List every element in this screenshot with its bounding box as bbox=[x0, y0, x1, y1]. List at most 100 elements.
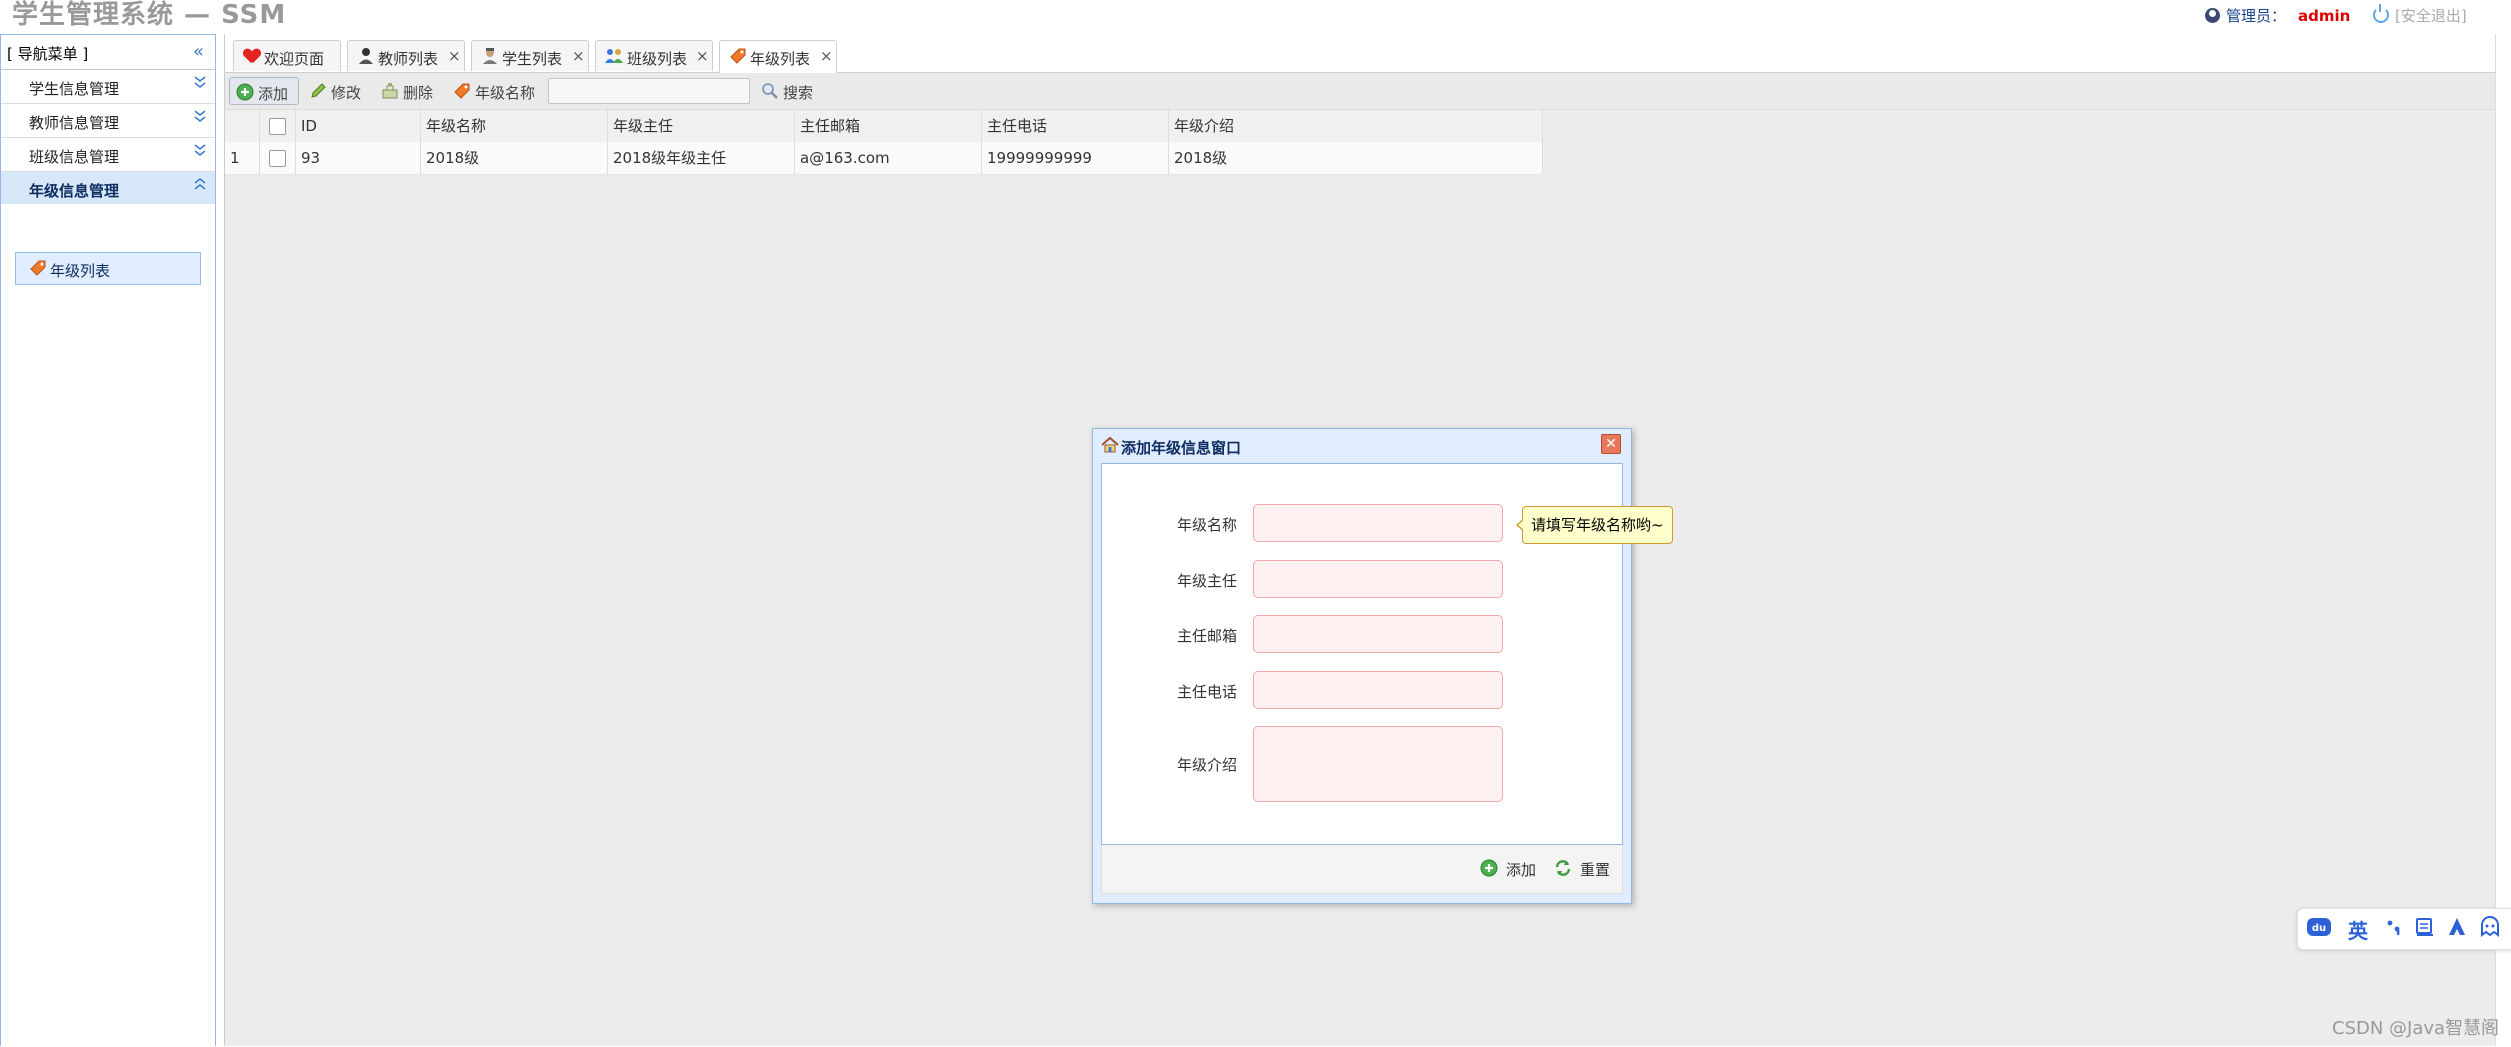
director-email-input[interactable] bbox=[1253, 615, 1503, 653]
tab-student-list[interactable]: 学生列表 × bbox=[471, 40, 589, 71]
sidebar-section-teacher[interactable]: 教师信息管理 bbox=[1, 104, 215, 138]
admin-label: 管理员： bbox=[2226, 7, 2287, 25]
sidebar-section-label: 年级信息管理 bbox=[29, 182, 120, 200]
delete-button-label: 删除 bbox=[403, 84, 434, 102]
column-header-email[interactable]: 主任邮箱 bbox=[795, 110, 982, 142]
select-all-checkbox[interactable] bbox=[269, 118, 286, 135]
column-header-director[interactable]: 年级主任 bbox=[608, 110, 795, 142]
sidebar-section-class[interactable]: 班级信息管理 bbox=[1, 138, 215, 172]
pencil-icon bbox=[309, 82, 327, 104]
user-icon bbox=[2205, 8, 2220, 23]
edit-button[interactable]: 修改 bbox=[307, 77, 369, 105]
sidebar-section-grade[interactable]: 年级信息管理 bbox=[1, 172, 215, 206]
tab-label: 年级列表 bbox=[750, 50, 811, 68]
column-header-phone[interactable]: 主任电话 bbox=[982, 110, 1169, 142]
svg-text:du: du bbox=[2312, 923, 2326, 934]
tab-teacher-list[interactable]: 教师列表 × bbox=[347, 40, 465, 71]
dialog-footer: 添加 重置 bbox=[1101, 845, 1623, 894]
dialog-reset-label: 重置 bbox=[1580, 861, 1611, 879]
heart-icon bbox=[244, 49, 260, 67]
student-icon bbox=[481, 47, 499, 69]
tab-welcome[interactable]: 欢迎页面 bbox=[233, 40, 341, 71]
sidebar-section-label: 学生信息管理 bbox=[29, 80, 120, 98]
grid-toolbar: 添加 修改 删除 年级名称 搜索 bbox=[225, 73, 2496, 110]
tab-label: 教师列表 bbox=[378, 50, 439, 68]
search-button[interactable]: 搜索 bbox=[759, 77, 823, 105]
double-chevron-down-icon bbox=[193, 108, 207, 128]
app-title: 学生管理系统 — SSM bbox=[12, 0, 287, 30]
sidebar-item-label: 年级列表 bbox=[50, 262, 111, 280]
filter-label-text: 年级名称 bbox=[475, 84, 536, 102]
ime-toolbar: du 英 bbox=[2297, 908, 2511, 950]
soft-keyboard-icon[interactable] bbox=[2414, 915, 2436, 944]
search-icon bbox=[761, 82, 779, 104]
cell-phone: 19999999999 bbox=[982, 142, 1169, 174]
row-checkbox[interactable] bbox=[269, 150, 286, 167]
skin-icon[interactable] bbox=[2446, 915, 2468, 944]
page-scrollbar[interactable] bbox=[2495, 34, 2511, 1046]
delete-button[interactable]: 删除 bbox=[379, 77, 441, 105]
column-header-id[interactable]: ID bbox=[296, 110, 421, 142]
double-chevron-left-icon[interactable]: « bbox=[193, 41, 204, 62]
edit-button-label: 修改 bbox=[331, 84, 362, 102]
tag-icon bbox=[29, 259, 47, 281]
assistant-icon[interactable] bbox=[2478, 915, 2502, 944]
add-button[interactable]: 添加 bbox=[229, 77, 299, 105]
watermark: CSDN @Java智慧阁 bbox=[2332, 1018, 2500, 1039]
refresh-icon bbox=[1554, 859, 1572, 881]
filter-label: 年级名称 bbox=[451, 77, 541, 105]
grade-name-label: 年级名称 bbox=[1176, 516, 1237, 534]
close-icon[interactable]: × bbox=[820, 47, 833, 65]
admin-name: admin bbox=[2298, 7, 2351, 25]
column-header-name[interactable]: 年级名称 bbox=[421, 110, 608, 142]
delete-icon bbox=[381, 82, 399, 104]
ime-mode-toggle[interactable]: 英 bbox=[2348, 915, 2368, 944]
baidu-paw-icon[interactable]: du bbox=[2306, 915, 2332, 944]
close-icon[interactable]: × bbox=[696, 47, 709, 65]
add-grade-dialog: 添加年级信息窗口 ✕ 年级名称 请填写年级名称哟~ 年级主任 主任邮箱 主任电话… bbox=[1092, 428, 1673, 904]
punctuation-icon[interactable] bbox=[2384, 915, 2404, 944]
grade-name-search-input[interactable] bbox=[548, 78, 750, 104]
sidebar-item-grade-list[interactable]: 年级列表 bbox=[15, 252, 201, 285]
tab-class-list[interactable]: 班级列表 × bbox=[595, 40, 713, 71]
tab-label: 欢迎页面 bbox=[264, 50, 325, 68]
select-all-cell bbox=[260, 110, 296, 142]
table-row[interactable]: 1 93 2018级 2018级年级主任 a@163.com 199999999… bbox=[225, 142, 1543, 175]
sidebar-section-label: 班级信息管理 bbox=[29, 148, 120, 166]
grade-director-input[interactable] bbox=[1253, 560, 1503, 598]
class-icon bbox=[604, 47, 624, 69]
table-header: ID 年级名称 年级主任 主任邮箱 主任电话 年级介绍 bbox=[225, 110, 1543, 143]
close-icon[interactable]: ✕ bbox=[1601, 434, 1621, 454]
cell-id: 93 bbox=[296, 142, 421, 174]
dialog-reset-button[interactable]: 重置 bbox=[1554, 857, 1616, 881]
row-number-header bbox=[225, 110, 260, 142]
column-header-intro[interactable]: 年级介绍 bbox=[1169, 110, 1543, 142]
director-phone-input[interactable] bbox=[1253, 671, 1503, 709]
tab-grade-list[interactable]: 年级列表 × bbox=[719, 40, 837, 73]
row-select-cell bbox=[260, 142, 296, 174]
grade-intro-textarea[interactable] bbox=[1253, 726, 1503, 802]
search-button-label: 搜索 bbox=[783, 84, 814, 102]
sidebar-header: [ 导航菜单 ] « bbox=[1, 35, 215, 70]
grade-name-input[interactable] bbox=[1253, 504, 1503, 542]
grade-table: ID 年级名称 年级主任 主任邮箱 主任电话 年级介绍 1 93 2018级 2… bbox=[225, 110, 1543, 175]
director-email-label: 主任邮箱 bbox=[1176, 627, 1237, 645]
tab-label: 班级列表 bbox=[627, 50, 688, 68]
tab-label: 学生列表 bbox=[502, 50, 563, 68]
cell-email: a@163.com bbox=[795, 142, 982, 174]
sidebar-section-student[interactable]: 学生信息管理 bbox=[1, 70, 215, 104]
dialog-header[interactable]: 添加年级信息窗口 ✕ bbox=[1093, 429, 1631, 461]
validation-tooltip: 请填写年级名称哟~ bbox=[1516, 506, 1673, 544]
row-number: 1 bbox=[225, 142, 260, 174]
home-icon bbox=[1101, 436, 1119, 458]
logout-link[interactable]: [安全退出] bbox=[2373, 4, 2467, 26]
tabs-bar: 欢迎页面 教师列表 × 学生列表 × 班级列表 × 年级列表 × bbox=[225, 34, 2496, 73]
teacher-icon bbox=[357, 47, 375, 69]
dialog-add-label: 添加 bbox=[1506, 861, 1537, 879]
logout-label: [安全退出] bbox=[2395, 7, 2467, 25]
plus-icon bbox=[1480, 859, 1498, 881]
close-icon[interactable]: × bbox=[448, 47, 461, 65]
grade-intro-label: 年级介绍 bbox=[1176, 756, 1237, 774]
dialog-add-button[interactable]: 添加 bbox=[1480, 857, 1542, 881]
close-icon[interactable]: × bbox=[572, 47, 585, 65]
